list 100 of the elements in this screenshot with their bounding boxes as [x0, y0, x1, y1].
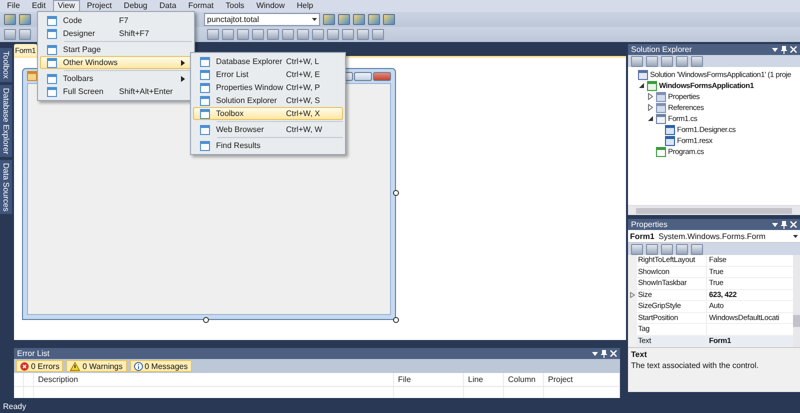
- toolbar-button[interactable]: [631, 244, 643, 254]
- folder-icon: [656, 102, 666, 112]
- toolbar-button[interactable]: [342, 29, 354, 40]
- toolbar-button[interactable]: [222, 29, 234, 40]
- toolbar-button[interactable]: [353, 14, 365, 25]
- toolbar-button[interactable]: [661, 56, 673, 66]
- toolbar-button[interactable]: [691, 244, 703, 254]
- toolbar-button[interactable]: [691, 56, 703, 66]
- menu-bar-item[interactable]: Window: [251, 0, 290, 12]
- menu-item[interactable]: Start Page: [40, 43, 192, 56]
- vertical-scrollbar[interactable]: [793, 255, 800, 347]
- toolbar-button[interactable]: [19, 29, 31, 40]
- config-combo[interactable]: punctajtot.total: [204, 13, 320, 26]
- close-icon[interactable]: [790, 46, 797, 53]
- menu-bar-item[interactable]: File: [2, 0, 25, 12]
- filter-toggle[interactable]: 0 Messages: [130, 360, 192, 372]
- window-icon: [47, 28, 57, 38]
- menu-bar-item[interactable]: Edit: [26, 0, 51, 12]
- collapse-triangle-icon[interactable]: [638, 82, 645, 89]
- file-icon: [665, 124, 675, 134]
- dropdown-icon[interactable]: [772, 222, 778, 226]
- close-button[interactable]: [373, 72, 391, 80]
- filter-toggle[interactable]: 0 Warnings: [66, 360, 127, 372]
- menu-item[interactable]: Find Results: [193, 139, 343, 152]
- toolbar-button[interactable]: [338, 14, 350, 25]
- toolbar-button[interactable]: [661, 244, 673, 254]
- menu-item[interactable]: Code F7: [40, 14, 192, 27]
- close-icon[interactable]: [790, 221, 797, 228]
- menu-item[interactable]: Designer Shift+F7: [40, 27, 192, 40]
- solution-icon: [638, 70, 648, 80]
- toolbar-button[interactable]: [368, 14, 380, 25]
- column-header[interactable]: File: [398, 375, 411, 384]
- menu-bar-item[interactable]: Tools: [220, 0, 250, 12]
- pin-icon[interactable]: [781, 46, 787, 54]
- column-header[interactable]: Line: [468, 375, 484, 384]
- dropdown-icon[interactable]: [592, 352, 598, 356]
- menu-item[interactable]: Database Explorer Ctrl+W, L: [193, 55, 343, 68]
- side-tab[interactable]: Database Explorer: [0, 84, 12, 157]
- expand-triangle-icon[interactable]: [630, 292, 635, 298]
- toolbar-button[interactable]: [631, 56, 643, 66]
- toolbar-button[interactable]: [19, 14, 31, 25]
- menu-bar-item[interactable]: Data: [154, 0, 182, 12]
- toolbar-button[interactable]: [646, 244, 658, 254]
- info-icon: [134, 362, 143, 370]
- close-icon[interactable]: [610, 350, 617, 357]
- window-icon: [200, 140, 210, 150]
- toolbar-button[interactable]: [323, 14, 335, 25]
- menu-bar-item[interactable]: View: [52, 0, 80, 12]
- expand-triangle-icon[interactable]: [647, 104, 654, 111]
- expand-triangle-icon[interactable]: [647, 93, 654, 100]
- window-icon: [200, 124, 210, 134]
- window-icon: [200, 82, 210, 92]
- toolbar-button[interactable]: [372, 29, 384, 40]
- resize-handle[interactable]: [393, 190, 399, 196]
- panel-title: Error List: [17, 349, 50, 358]
- toolbar-button[interactable]: [4, 29, 16, 40]
- collapse-triangle-icon[interactable]: [647, 115, 654, 122]
- pin-icon[interactable]: [601, 350, 607, 358]
- toolbar-button[interactable]: [676, 244, 688, 254]
- toolbar-button[interactable]: [237, 29, 249, 40]
- window-icon: [47, 86, 57, 96]
- menu-item[interactable]: Other Windows: [40, 56, 192, 69]
- code-file-icon: [656, 146, 666, 156]
- toolbar-button[interactable]: [297, 29, 309, 40]
- toolbar-button[interactable]: [676, 56, 688, 66]
- toolbar-button[interactable]: [282, 29, 294, 40]
- menu-item[interactable]: Properties Window Ctrl+W, P: [193, 81, 343, 94]
- toolbar-button[interactable]: [646, 56, 658, 66]
- menu-item[interactable]: Web Browser Ctrl+W, W: [193, 123, 343, 136]
- resize-handle[interactable]: [393, 317, 399, 323]
- menu-item[interactable]: Solution Explorer Ctrl+W, S: [193, 94, 343, 107]
- menu-bar-item[interactable]: Debug: [118, 0, 152, 12]
- column-header[interactable]: Description: [38, 375, 78, 384]
- menu-bar-item[interactable]: Project: [82, 0, 117, 12]
- column-header[interactable]: Project: [548, 375, 573, 384]
- dropdown-icon: [793, 234, 798, 238]
- menu-item[interactable]: Toolbox Ctrl+W, X: [193, 107, 343, 120]
- horizontal-scrollbar[interactable]: [628, 205, 800, 215]
- pin-icon[interactable]: [781, 220, 787, 228]
- resize-handle[interactable]: [203, 317, 209, 323]
- toolbar-button[interactable]: [383, 14, 395, 25]
- column-header[interactable]: Column: [508, 375, 536, 384]
- toolbar-button[interactable]: [327, 29, 339, 40]
- menu-item[interactable]: Error List Ctrl+W, E: [193, 68, 343, 81]
- toolbar-button[interactable]: [207, 29, 219, 40]
- maximize-button[interactable]: [354, 72, 372, 80]
- menu-bar-item[interactable]: Help: [292, 0, 318, 12]
- filter-toggle[interactable]: 0 Errors: [16, 360, 64, 372]
- panel-title: Properties: [631, 220, 668, 229]
- toolbar-button[interactable]: [267, 29, 279, 40]
- menu-bar-item[interactable]: Format: [183, 0, 219, 12]
- toolbar-button[interactable]: [252, 29, 264, 40]
- toolbar-button[interactable]: [357, 29, 369, 40]
- form-icon: [27, 71, 37, 81]
- side-tab[interactable]: Data Sources: [0, 160, 12, 214]
- toolbar-button[interactable]: [4, 14, 16, 25]
- toolbar-button[interactable]: [312, 29, 324, 40]
- dropdown-icon[interactable]: [772, 48, 778, 52]
- window-icon: [200, 70, 210, 80]
- side-tab[interactable]: Toolbox: [0, 48, 12, 82]
